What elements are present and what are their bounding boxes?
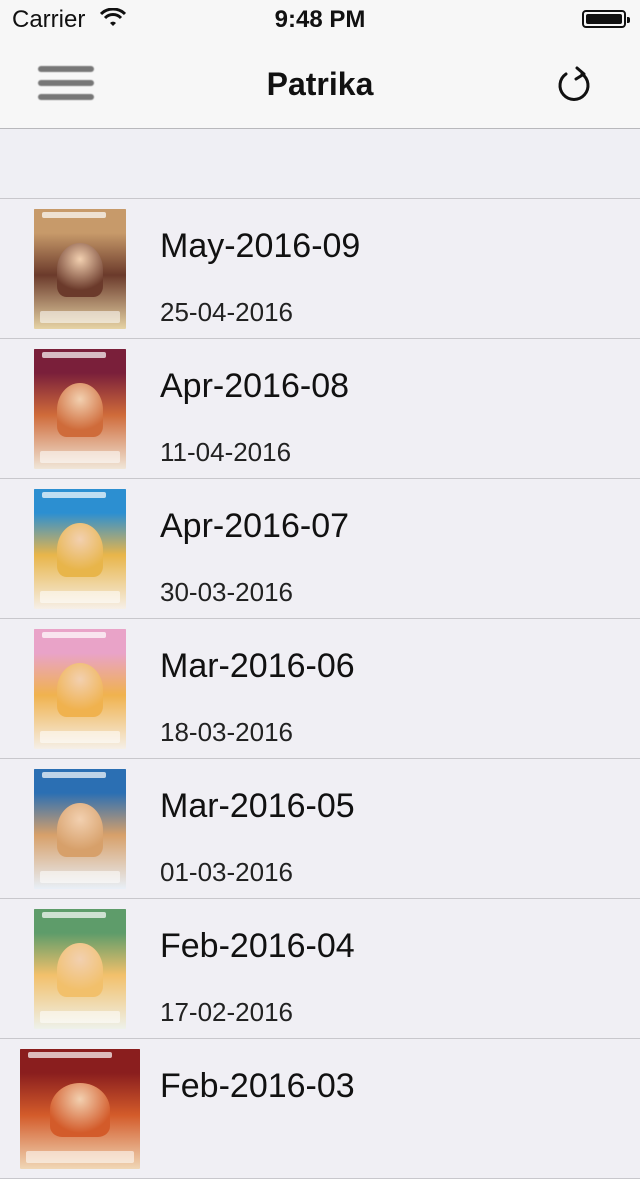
cover-thumbnail bbox=[34, 209, 126, 329]
list-item[interactable]: May-2016-09 25-04-2016 bbox=[0, 199, 640, 339]
patrika-list: May-2016-09 25-04-2016 Apr-2016-08 11-04-20… bbox=[0, 198, 640, 1179]
item-title: Apr-2016-08 bbox=[160, 367, 350, 405]
item-date: 25-04-2016 bbox=[160, 297, 293, 327]
list-item[interactable]: Mar-2016-05 01-03-2016 bbox=[0, 759, 640, 899]
refresh-icon[interactable] bbox=[552, 62, 596, 106]
status-time: 9:48 PM bbox=[274, 6, 366, 33]
list-item[interactable]: Apr-2016-07 30-03-2016 bbox=[0, 479, 640, 619]
list-item[interactable]: Feb-2016-04 17-02-2016 bbox=[0, 899, 640, 1039]
item-title: Apr-2016-07 bbox=[160, 507, 350, 545]
item-title: May-2016-09 bbox=[160, 227, 361, 265]
cover-thumbnail bbox=[34, 629, 126, 749]
list-item[interactable]: Apr-2016-08 11-04-2016 bbox=[0, 339, 640, 479]
cover-thumbnail bbox=[20, 1049, 140, 1169]
cover-thumbnail bbox=[34, 769, 126, 889]
list-item[interactable]: Feb-2016-03 bbox=[0, 1039, 640, 1179]
cover-thumbnail bbox=[34, 349, 126, 469]
list-item[interactable]: Mar-2016-06 18-03-2016 bbox=[0, 619, 640, 759]
item-date: 30-03-2016 bbox=[160, 577, 293, 607]
item-title: Mar-2016-06 bbox=[160, 647, 355, 685]
battery-icon bbox=[582, 10, 630, 28]
status-bar: Carrier 9:48 PM bbox=[0, 0, 640, 40]
cover-thumbnail bbox=[34, 489, 126, 609]
navigation-bar: Patrika bbox=[0, 40, 640, 129]
item-title: Feb-2016-04 bbox=[160, 927, 355, 965]
item-title: Mar-2016-05 bbox=[160, 787, 355, 825]
item-date: 17-02-2016 bbox=[160, 997, 293, 1027]
page-title: Patrika bbox=[266, 66, 374, 102]
item-date: 18-03-2016 bbox=[160, 717, 293, 747]
item-date: 01-03-2016 bbox=[160, 857, 293, 887]
item-title: Feb-2016-03 bbox=[160, 1067, 355, 1105]
cover-thumbnail bbox=[34, 909, 126, 1029]
item-date: 11-04-2016 bbox=[160, 437, 292, 467]
list-header-spacer bbox=[0, 129, 640, 198]
